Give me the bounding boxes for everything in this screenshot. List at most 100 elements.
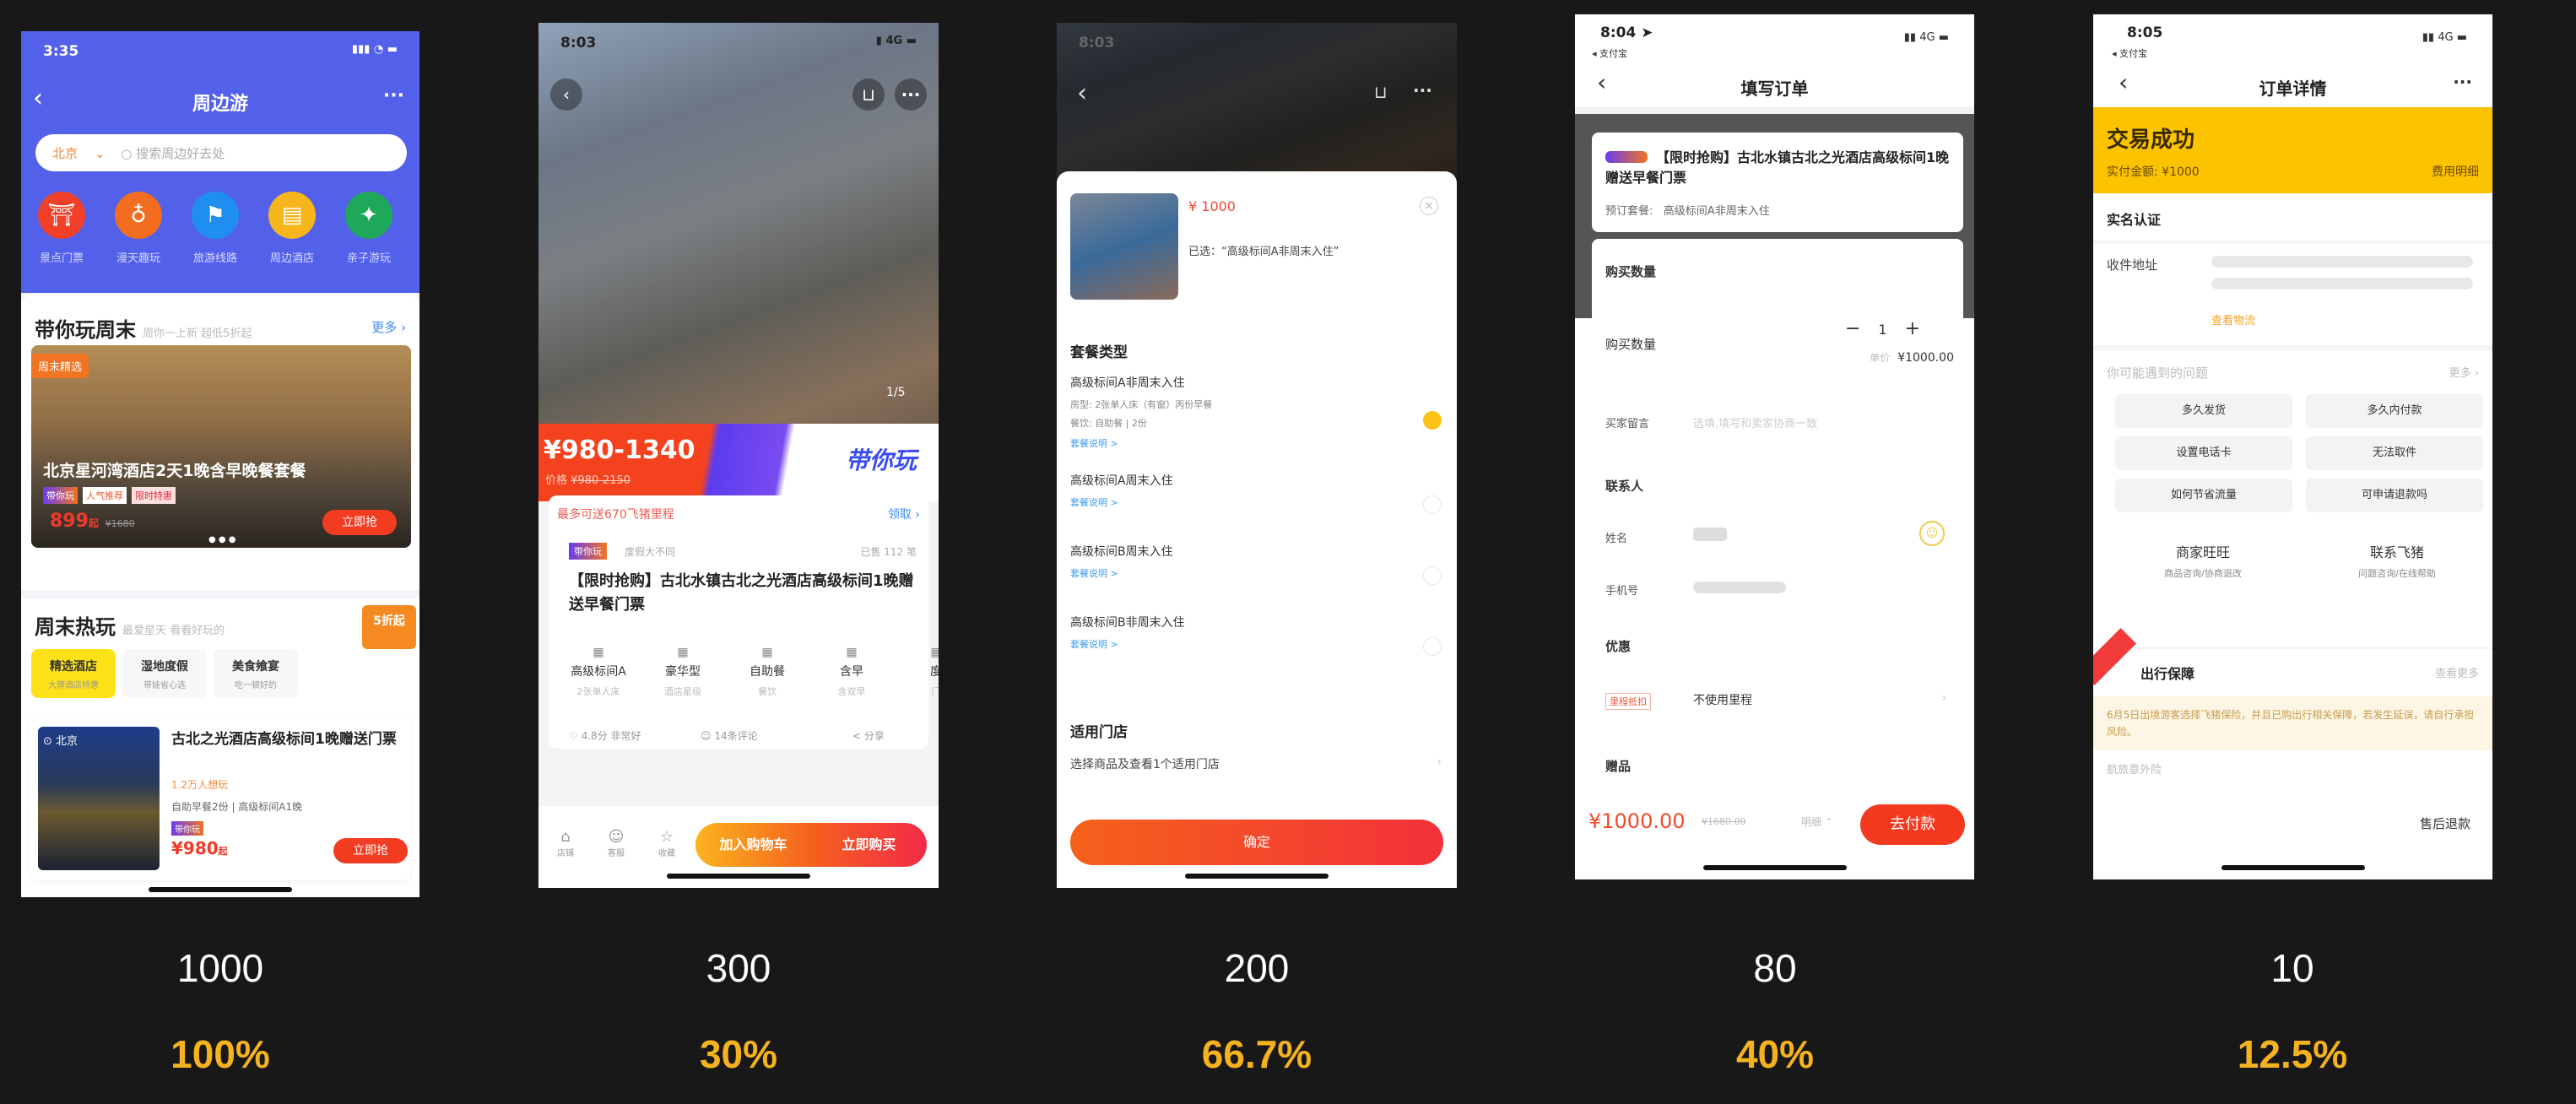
banner-card[interactable]: 周末精选 北京星河湾酒店2天1晚含早晚餐套餐 带你玩 人气推荐 限时特惠 899… [31,345,411,548]
faq-item[interactable]: 如何节省流量 [2115,479,2292,512]
share-button[interactable]: < 分享 [852,728,885,743]
buy-now-button[interactable]: 立即购买 [811,823,927,867]
detail-toggle[interactable]: 明细 ⌃ [1801,814,1833,829]
badge: 人气推荐 [83,487,127,504]
confirm-button[interactable]: 确定 [1070,820,1443,865]
guarantee-notice: 6月5日出境游客选择飞猪保险，并且已购出行相关保障，若发生延误，请自行承担风险。 [2093,696,2492,750]
carousel-dots[interactable]: ● ● ● [208,535,236,544]
quantity-stepper[interactable]: − 1 + [1845,318,1920,339]
back-icon[interactable]: ‹ [1077,78,1087,108]
after-sale-button[interactable]: 售后退款 [2420,814,2470,832]
product-summary-card: 【限时抢购】古北水镇古北之光酒店高级标间1晚赠送早餐门票 预订套餐: 高级标间A… [1592,133,1963,232]
more-icon[interactable]: ··· [2453,72,2472,92]
category-2[interactable]: ⚑ 旅游线路 [181,192,249,265]
package-option[interactable]: 高级标间B非周末入住 套餐说明 > [1070,614,1442,685]
back-to-app[interactable]: ◂ 支付宝 [1592,46,1627,60]
nav-1[interactable]: ☺ 客服 [599,828,633,858]
package-option[interactable]: 高级标间A非周末入住 房型: 2张单人床（有窗）丙份早餐 餐饮: 自助餐 | 2… [1070,374,1442,472]
guarantee-more-link[interactable]: 查看更多 [2435,664,2479,680]
comments[interactable]: ☺ 14条评论 [701,728,758,743]
promo-row[interactable]: 最多可送670飞猪里程 领取 › [557,506,920,522]
tab-0[interactable]: 精选酒店 大牌酒店特惠 [31,649,116,698]
more-link[interactable]: 更多 › [371,318,406,336]
radio-unchecked-icon[interactable] [1423,637,1442,656]
faq-item[interactable]: 设置电话卡 [2115,436,2292,470]
banner-title: 北京星河湾酒店2天1晚含早晚餐套餐 [43,462,306,480]
package-option[interactable]: 高级标间A周末入住 套餐说明 > [1070,472,1442,543]
tab-2[interactable]: 美食飨宴 吃一顿好的 [214,649,298,698]
product-card[interactable]: ⊙ 北京 北京古北水镇精品酒店住宿1晚周日 [30,892,411,897]
search-input[interactable]: 北京 ⌄ ○ 搜索周边好去处 [35,134,407,171]
category-4[interactable]: ✦ 亲子游玩 [335,192,403,265]
cart-icon[interactable]: ⊔ [1374,82,1388,102]
faq-more-link[interactable]: 更多 › [2449,364,2479,380]
flag-icon: ⚑ [192,192,239,239]
feature-item: ▦ 含早 含双早 [814,646,890,698]
category-3[interactable]: ▤ 周边酒店 [258,192,326,265]
package-option[interactable]: 高级标间B周末入住 套餐说明 > [1070,543,1442,614]
close-icon[interactable]: × [1420,197,1438,215]
faq-item[interactable]: 多久内付款 [2306,394,2483,428]
radio-unchecked-icon[interactable] [1423,566,1442,585]
qty-label: 购买数量 [1605,337,1657,352]
message-input[interactable]: 选填,填写和卖家协商一致 [1693,414,1817,430]
faq-item[interactable]: 无法取件 [2306,436,2483,470]
radio-checked-icon[interactable] [1423,411,1442,430]
promo-badge[interactable]: 5折起 [362,605,416,649]
more-icon[interactable]: ··· [383,85,404,106]
category-1[interactable]: ♁ 漫天趣玩 [105,192,172,265]
option-meal: 餐饮: 自助餐 | 2份 [1070,418,1147,429]
faq-item[interactable]: 可申请退款吗 [2306,479,2483,512]
option-type: 房型: 2张单人床（有窗）丙份早餐 [1070,399,1213,410]
contact-picker-icon[interactable]: ☺ [1919,521,1945,546]
price-unit: 起 [218,846,228,857]
nav-2[interactable]: ☆ 收藏 [650,828,684,858]
guarantee-section: 出行保障 查看更多 6月5日出境游客选择飞猪保险，并且已购出行相关保障，若发生延… [2093,628,2492,879]
back-to-app[interactable]: ◂ 支付宝 [2112,46,2147,60]
pay-button[interactable]: 去付款 [1860,804,1965,845]
option-link[interactable]: 套餐说明 > [1070,495,1442,509]
option-link[interactable]: 套餐说明 > [1070,566,1442,580]
contact-fliggy[interactable]: 联系飞猪 问题咨询/在线帮助 [2338,541,2456,580]
nav-0[interactable]: ⌂ 店铺 [549,828,582,858]
contact-label: 联系飞猪 [2369,544,2424,560]
phone-field[interactable] [1693,582,1786,593]
status-time: 8:05 [2127,24,2163,41]
rating[interactable]: ♡ 4.8分 非常好 [569,728,641,743]
price-value: 980 [182,838,219,858]
grab-button[interactable]: 立即抢 [322,510,397,535]
feature-item: ▦ 豪华型 酒店星级 [645,646,721,698]
contact-merchant[interactable]: 商家旺旺 商品咨询/协商退改 [2144,541,2262,580]
qty-value[interactable]: 1 [1878,322,1886,338]
back-icon[interactable]: ‹ [550,78,582,111]
chevron-right-icon: › [1941,691,1946,705]
more-icon[interactable]: ··· [1413,80,1432,100]
city-selector[interactable]: 北京 [52,146,78,161]
option-link[interactable]: 套餐说明 > [1070,436,1442,450]
order-form: 购买数量 − 1 + 单价 ¥1000.00 买家留言 选填,填写和卖家协商一致… [1575,318,1974,825]
radio-unchecked-icon[interactable] [1423,495,1442,514]
faq-item[interactable]: 多久发货 [2115,394,2292,428]
cart-icon[interactable]: ⊔ [852,78,885,111]
more-icon[interactable]: ··· [895,78,927,111]
store-row[interactable]: 选择商品及查看1个适用门店 › [1070,755,1442,772]
balloon-icon: ♁ [115,192,162,239]
name-field[interactable] [1693,528,1727,541]
minus-button[interactable]: − [1845,318,1860,339]
add-to-cart-button[interactable]: 加入购物车 [695,823,811,867]
fee-detail-link[interactable]: 费用明细 [2432,163,2479,180]
product-card[interactable]: ⊙ 北京 古北之光酒店高级标间1晚赠送门票 1.2万人想玩 自助早餐2份 | 高… [30,715,411,880]
category-0[interactable]: ⛩ 景点门票 [28,192,95,265]
screen-fill-order: 8:04 ➤ ◂ 支付宝 ▮▮ 4G ▬ ‹ 填写订单 【限时抢购】古北水镇古北… [1575,14,1974,879]
screen-package-select: 8:03 ‹ ⊔ ··· ¥ 1000 已选：“高级标间A非周末入住” × 套餐… [1057,23,1457,888]
grab-button[interactable]: 立即抢 [333,838,408,863]
tab-1[interactable]: 湿地度假 带娃省心选 [122,649,207,698]
mileage-row[interactable]: 不使用里程 › [1693,691,1946,708]
option-link[interactable]: 套餐说明 > [1070,637,1442,651]
promo-link[interactable]: 领取 › [888,506,920,522]
realname-row[interactable]: 实名认证 [2093,193,2492,241]
page-title: 周边游 [192,94,248,115]
home-indicator [1185,874,1329,879]
plus-button[interactable]: + [1905,318,1920,339]
logistics-link[interactable]: 查看物流 [2211,311,2255,327]
